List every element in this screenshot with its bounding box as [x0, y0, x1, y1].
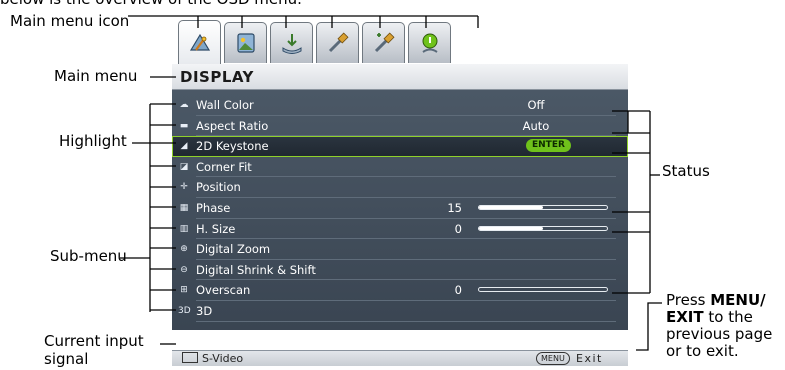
callout-leader-lines	[120, 15, 662, 351]
